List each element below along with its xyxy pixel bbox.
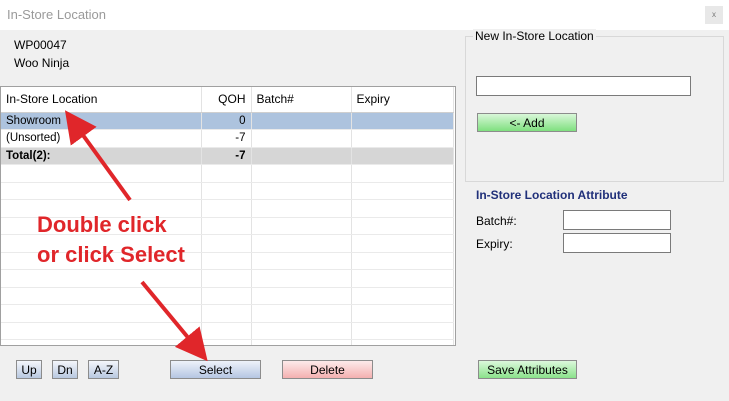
attribute-heading: In-Store Location Attribute	[476, 188, 628, 202]
cell-expiry	[351, 112, 454, 130]
cell-qoh: 0	[201, 112, 252, 130]
title-bar: In-Store Location x	[0, 0, 729, 30]
window-title: In-Store Location	[7, 7, 107, 22]
total-row: Total(2): -7	[1, 147, 454, 165]
close-button[interactable]: x	[705, 6, 723, 24]
save-attributes-button[interactable]: Save Attributes	[478, 360, 577, 379]
cell-expiry	[351, 129, 454, 148]
new-location-group	[465, 36, 724, 182]
empty-row	[1, 182, 454, 200]
annotation-line-2: or click Select	[37, 242, 185, 267]
total-label: Total(2):	[1, 147, 202, 165]
total-expiry	[351, 147, 454, 165]
add-button[interactable]: <- Add	[477, 113, 577, 132]
empty-row	[1, 164, 454, 183]
table-row[interactable]: Showroom 0	[1, 112, 454, 130]
new-location-input[interactable]	[476, 76, 691, 96]
cell-location: (Unsorted)	[1, 129, 202, 148]
annotation-text: Double click or click Select	[37, 210, 185, 270]
expiry-input[interactable]	[563, 233, 671, 253]
empty-row	[1, 322, 454, 340]
expiry-label: Expiry:	[476, 237, 513, 251]
total-qoh: -7	[201, 147, 252, 165]
delete-button[interactable]: Delete	[282, 360, 373, 379]
product-name: Woo Ninja	[14, 56, 70, 70]
empty-row	[1, 339, 454, 345]
empty-row	[1, 304, 454, 323]
product-code: WP00047	[14, 38, 67, 52]
empty-row	[1, 269, 454, 288]
column-header-qoh[interactable]: QOH	[201, 87, 252, 113]
column-header-location[interactable]: In-Store Location	[1, 87, 202, 113]
annotation-line-1: Double click	[37, 212, 167, 237]
cell-location: Showroom	[1, 112, 202, 130]
down-button[interactable]: Dn	[52, 360, 78, 379]
grid-header-row: In-Store Location QOH Batch# Expiry	[1, 87, 454, 113]
new-location-title: New In-Store Location	[473, 29, 596, 43]
cell-qoh: -7	[201, 129, 252, 148]
table-row[interactable]: (Unsorted) -7	[1, 129, 454, 148]
empty-row	[1, 287, 454, 305]
cell-batch	[251, 129, 352, 148]
column-header-batch[interactable]: Batch#	[251, 87, 352, 113]
column-header-expiry[interactable]: Expiry	[351, 87, 454, 113]
total-batch	[251, 147, 352, 165]
cell-batch	[251, 112, 352, 130]
batch-label: Batch#:	[476, 214, 517, 228]
select-button[interactable]: Select	[170, 360, 261, 379]
sort-az-button[interactable]: A-Z	[88, 360, 119, 379]
up-button[interactable]: Up	[16, 360, 42, 379]
batch-input[interactable]	[563, 210, 671, 230]
